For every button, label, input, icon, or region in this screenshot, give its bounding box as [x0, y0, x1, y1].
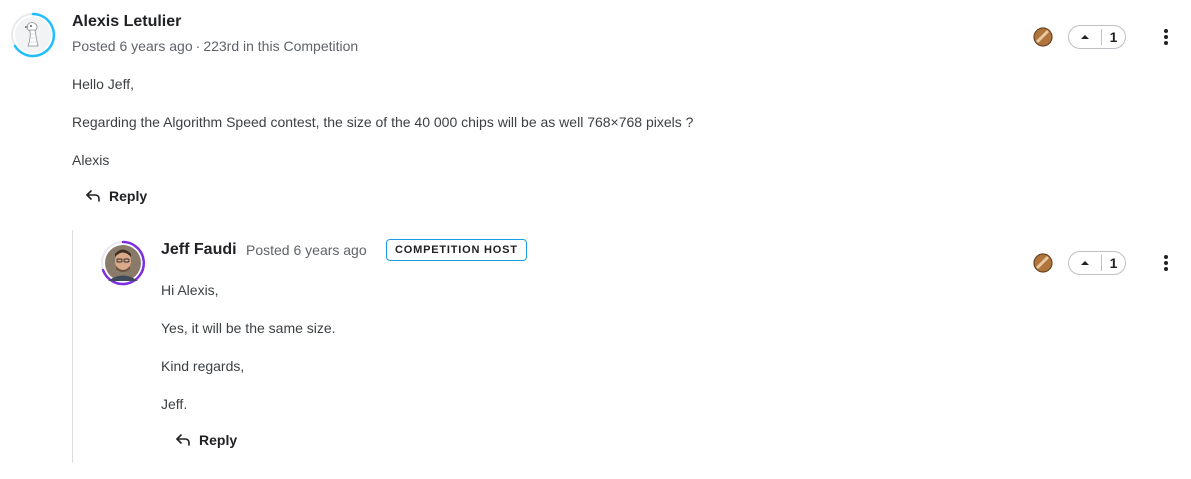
comment-paragraph: Hi Alexis, — [161, 282, 219, 298]
competition-host-badge: COMPETITION HOST — [386, 239, 527, 261]
comment-paragraph: Jeff. — [161, 396, 188, 412]
reply-arrow-icon — [86, 190, 100, 202]
thread-line — [72, 230, 73, 463]
avatar[interactable] — [100, 240, 146, 286]
bronze-medal-icon — [1033, 253, 1053, 273]
author-name[interactable]: Alexis Letulier — [72, 13, 181, 31]
vote-count: 1 — [1109, 29, 1118, 45]
post-meta: Posted 6 years ago · 223rd in this Competi… — [72, 38, 358, 54]
more-options-button[interactable] — [1154, 251, 1178, 275]
reply-button[interactable]: Reply — [175, 432, 237, 448]
bronze-medal-icon — [1033, 27, 1053, 47]
caret-up-icon — [1081, 261, 1089, 265]
upvote-button[interactable] — [1069, 252, 1101, 274]
comment-paragraph: Yes, it will be the same size. — [161, 320, 336, 336]
comment-paragraph: Kind regards, — [161, 358, 245, 374]
vote-count: 1 — [1109, 255, 1118, 271]
kebab-menu-icon — [1164, 29, 1168, 45]
reply-label: Reply — [199, 432, 238, 448]
posted-time: Posted 6 years ago — [72, 38, 193, 54]
comment-paragraph: Regarding the Algorithm Speed contest, t… — [72, 114, 694, 130]
caret-up-icon — [1081, 35, 1089, 39]
author-name[interactable]: Jeff Faudi — [161, 241, 237, 259]
more-options-button[interactable] — [1154, 25, 1178, 49]
reply-arrow-icon — [176, 434, 190, 446]
comment-paragraph: Hello Jeff, — [72, 76, 134, 92]
vote-widget: 1 — [1068, 251, 1126, 275]
meta-separator: · — [195, 38, 201, 54]
reply-label: Reply — [109, 188, 148, 204]
vote-widget: 1 — [1068, 25, 1126, 49]
competition-rank: 223rd in this Competition — [203, 38, 359, 54]
reply-button[interactable]: Reply — [85, 188, 147, 204]
upvote-button[interactable] — [1069, 26, 1101, 48]
avatar[interactable] — [10, 12, 56, 58]
posted-time: Posted 6 years ago — [246, 242, 367, 258]
comment-paragraph: Alexis — [72, 152, 110, 168]
kebab-menu-icon — [1164, 255, 1168, 271]
